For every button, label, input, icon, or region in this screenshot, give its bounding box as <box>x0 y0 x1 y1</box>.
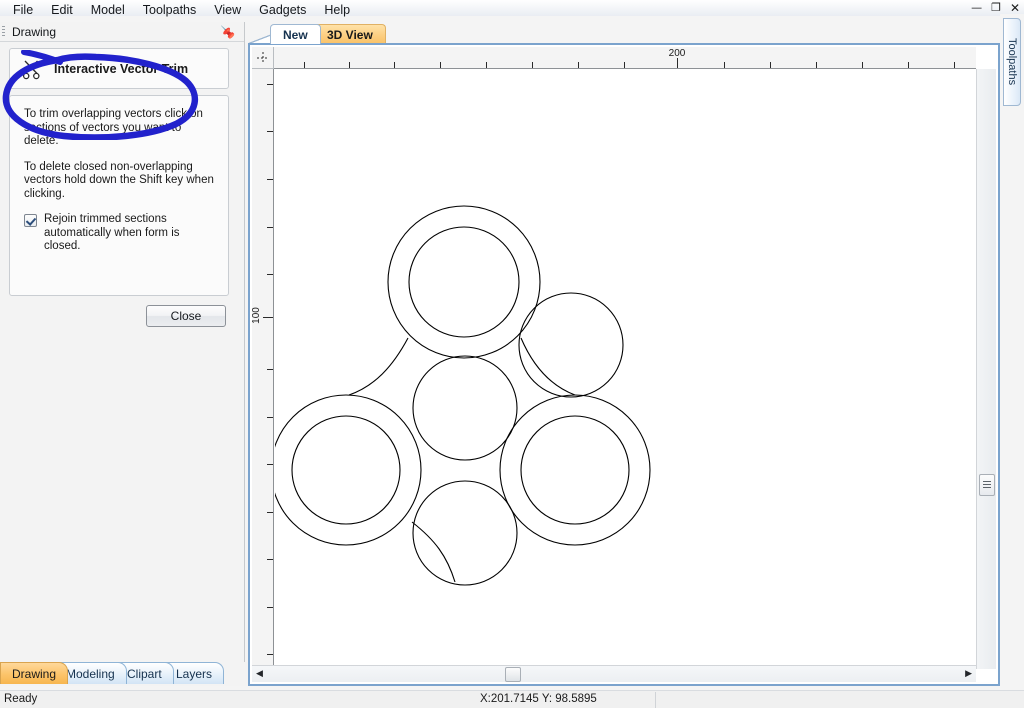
status-separator <box>655 692 656 708</box>
ruler-tick <box>862 62 863 68</box>
ring-right-inner <box>520 415 630 525</box>
ruler-tick <box>267 179 273 180</box>
rejoin-checkbox-row[interactable]: Rejoin trimmed sections automatically wh… <box>24 213 214 254</box>
ruler-tick <box>267 559 273 560</box>
body-outline-left <box>348 337 409 396</box>
ruler-tick <box>349 62 350 68</box>
circle-bottom <box>412 480 518 586</box>
menu-item-toolpaths[interactable]: Toolpaths <box>134 1 206 19</box>
ruler-tick <box>267 607 273 608</box>
body-outline-bottom <box>411 521 456 583</box>
ruler-tick <box>267 464 273 465</box>
ruler-tick <box>267 84 273 85</box>
horizontal-scrollbar-thumb[interactable] <box>505 667 521 682</box>
document-tab-strip: New 3D View <box>248 22 1000 44</box>
drawing-canvas[interactable] <box>275 70 975 669</box>
grip-lines-icon <box>983 481 991 489</box>
ring-left-inner <box>291 415 401 525</box>
panel-header: Drawing 📌 <box>0 22 244 42</box>
rejoin-checkbox-label: Rejoin trimmed sections automatically wh… <box>44 213 180 252</box>
pushpin-icon[interactable]: 📌 <box>221 25 235 40</box>
scroll-left-icon[interactable]: ◀ <box>256 669 263 679</box>
cursor-coordinates: X:201.7145 Y: 98.5895 <box>480 693 597 705</box>
rejoin-checkbox[interactable] <box>24 214 37 227</box>
scroll-right-icon[interactable]: ▶ <box>965 669 972 679</box>
ruler-label-100: 100 <box>252 307 262 324</box>
form-header-card: Interactive Vector Trim <box>9 48 229 89</box>
form-body-card: To trim overlapping vectors click on sec… <box>9 95 229 296</box>
ruler-tick <box>267 131 273 132</box>
ruler-label-200: 200 <box>668 48 686 59</box>
crosshair-icon <box>257 52 269 64</box>
ring-right-outer <box>499 394 651 546</box>
ruler-tick <box>267 369 273 370</box>
vertical-ruler[interactable]: 100 <box>252 69 274 669</box>
ruler-origin-corner[interactable] <box>252 47 274 69</box>
status-text: Ready <box>4 693 38 705</box>
ruler-tick <box>267 274 273 275</box>
fidget-spinner-vector[interactable] <box>275 70 975 669</box>
menu-item-view[interactable]: View <box>205 1 250 19</box>
close-button[interactable]: Close <box>146 305 226 327</box>
toolpaths-dock-label: Toolpaths <box>1006 38 1018 86</box>
scissors-icon <box>18 55 46 83</box>
ruler-tick <box>440 62 441 68</box>
ruler-tick-major <box>677 58 678 68</box>
bottom-tab-drawing[interactable]: Drawing <box>0 662 69 684</box>
panel-grip-icon <box>2 26 5 38</box>
ruler-tick <box>267 227 273 228</box>
ruler-tick <box>267 512 273 513</box>
ruler-tick <box>816 62 817 68</box>
ruler-tick <box>908 62 909 68</box>
status-bar: Ready X:201.7145 Y: 98.5895 <box>0 690 1024 708</box>
menu-item-edit[interactable]: Edit <box>42 1 82 19</box>
document-frame: 200 100 ◀ ▶ <box>248 43 1000 686</box>
circle-center <box>412 355 518 461</box>
ruler-tick <box>770 62 771 68</box>
horizontal-scrollbar[interactable]: ◀ ▶ <box>252 665 976 682</box>
ruler-tick <box>394 62 395 68</box>
form-heading: Interactive Vector Trim <box>54 61 189 76</box>
ruler-tick <box>267 654 273 655</box>
ruler-tick <box>724 62 725 68</box>
panel-title: Drawing <box>12 24 57 39</box>
application-window: — ❐ ✕ File Edit Model Toolpaths View Gad… <box>0 0 1024 708</box>
document-area: New 3D View 200 100 ◀ ▶ <box>248 22 1000 686</box>
ruler-tick <box>304 62 305 68</box>
menu-bar: File Edit Model Toolpaths View Gadgets H… <box>0 0 1024 20</box>
ruler-tick <box>532 62 533 68</box>
menu-item-gadgets[interactable]: Gadgets <box>250 1 315 19</box>
ruler-tick <box>624 62 625 68</box>
instruction-delete: To delete closed non-overlapping vectors… <box>24 160 214 200</box>
drawing-panel: Drawing 📌 Interactive Vector Trim To tri… <box>0 22 245 662</box>
ring-top-outer <box>387 205 541 359</box>
menu-item-help[interactable]: Help <box>315 1 359 19</box>
menu-item-model[interactable]: Model <box>82 1 134 19</box>
vertical-scrollbar-thumb[interactable] <box>979 474 995 496</box>
menu-item-file[interactable]: File <box>4 1 42 19</box>
circle-upper-right <box>518 292 624 398</box>
bottom-tab-strip: Drawing Modeling Clipart Layers <box>0 662 272 686</box>
ruler-tick-major <box>263 317 273 318</box>
ring-left-outer <box>275 394 422 546</box>
document-tab-3d-view[interactable]: 3D View <box>314 24 386 44</box>
right-dock: Toolpaths <box>1000 14 1024 114</box>
toolpaths-dock-tab[interactable]: Toolpaths <box>1003 18 1021 106</box>
instruction-trim: To trim overlapping vectors click on sec… <box>24 108 203 147</box>
ring-top-inner <box>408 226 520 338</box>
document-tab-new[interactable]: New <box>270 24 321 44</box>
horizontal-ruler[interactable]: 200 <box>274 47 976 69</box>
ruler-tick <box>267 417 273 418</box>
ruler-tick <box>486 62 487 68</box>
body-outline-right <box>520 337 576 396</box>
vertical-scrollbar[interactable] <box>976 69 996 669</box>
ruler-tick <box>578 62 579 68</box>
ruler-tick <box>954 62 955 68</box>
